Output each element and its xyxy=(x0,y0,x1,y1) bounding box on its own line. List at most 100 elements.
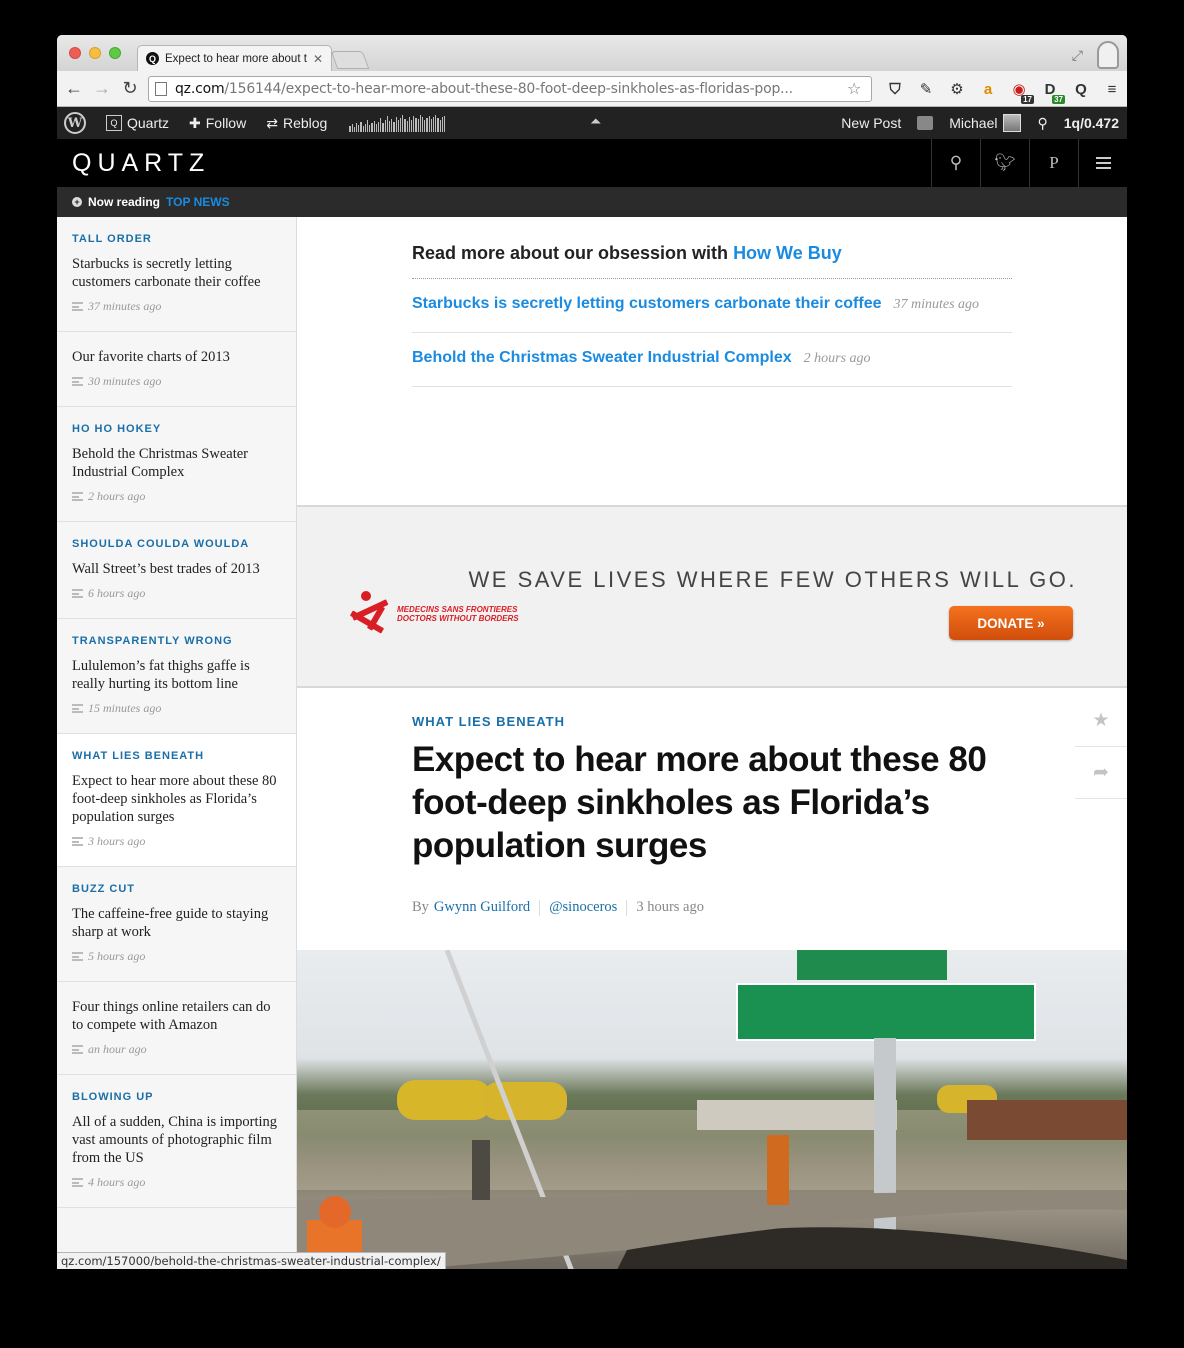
user-menu[interactable]: Michael xyxy=(949,114,1022,132)
close-window-button[interactable] xyxy=(69,47,81,59)
related-item[interactable]: Behold the Christmas Sweater Industrial … xyxy=(412,333,1012,387)
site-logo[interactable]: QUARTZ xyxy=(72,149,210,178)
extension-red-icon[interactable]: ◉ 17 xyxy=(1007,77,1034,104)
twitter-icon[interactable]: 🐦︎ xyxy=(980,139,1029,187)
related-stories: Read more about our obsession with How W… xyxy=(412,243,1012,387)
msf-name: MEDECINS SANS FRONTIERES xyxy=(397,605,518,614)
wp-quartz-label: Quartz xyxy=(127,115,170,131)
sidebar-story[interactable]: BUZZ CUT The caffeine-free guide to stayi… xyxy=(57,867,296,982)
plus-icon: ✚ xyxy=(189,114,201,131)
new-tab-button[interactable] xyxy=(330,51,370,69)
quartz-blavatar-icon: Q xyxy=(106,115,122,131)
collapse-up-icon[interactable]: ⏶ xyxy=(590,113,601,130)
donate-button[interactable]: DONATE » xyxy=(949,606,1073,640)
avatar xyxy=(1003,114,1022,132)
wp-quartz-link[interactable]: Q Quartz xyxy=(106,115,169,131)
search-icon[interactable]: ⚲ xyxy=(931,139,980,187)
sidebar-story-kicker: BUZZ CUT xyxy=(72,883,135,895)
now-reading-label: Now reading xyxy=(88,195,161,209)
forward-button[interactable]: → xyxy=(91,78,113,99)
pocket-icon[interactable]: ⛉ xyxy=(883,77,907,101)
sidebar-story-kicker: WHAT LIES BENEATH xyxy=(72,750,205,762)
sidebar-story[interactable]: Our favorite charts of 2013 30 minutes ag… xyxy=(57,332,296,407)
menu-icon[interactable]: ≡ xyxy=(1100,77,1124,101)
query-stat[interactable]: 1q/0.472 xyxy=(1064,115,1119,131)
profile-icon[interactable] xyxy=(1097,41,1119,69)
sidebar-story-title[interactable]: Starbucks is secretly letting customers … xyxy=(72,255,281,291)
sidebar-story-time: 37 minutes ago xyxy=(72,299,281,314)
quartz-extension-icon[interactable]: Q xyxy=(1069,77,1093,101)
text-lines-icon xyxy=(72,837,83,846)
text-lines-icon xyxy=(72,952,83,961)
star-icon[interactable]: ★ xyxy=(1075,695,1127,747)
sidebar-story[interactable]: SHOULDA COULDA WOULDA Wall Street’s best … xyxy=(57,522,296,619)
sidebar-story[interactable]: WHAT LIES BENEATH Expect to hear more abo… xyxy=(57,734,296,867)
sidebar-story-time: 30 minutes ago xyxy=(72,374,281,389)
sidebar-story-kicker: TALL ORDER xyxy=(72,233,152,245)
browser-tab[interactable]: Q Expect to hear more about these 80 foo… xyxy=(137,45,332,71)
article-tools: ★ ➦ xyxy=(1075,695,1127,799)
text-lines-icon xyxy=(72,1178,83,1187)
sidebar-story[interactable]: Four things online retailers can do to c… xyxy=(57,982,296,1075)
sidebar-story[interactable]: TALL ORDER Starbucks is secretly letting … xyxy=(57,217,296,332)
sidebar-story-title[interactable]: Wall Street’s best trades of 2013 xyxy=(72,560,281,578)
sidebar-story[interactable]: BLOWING UP All of a sudden, China is impo… xyxy=(57,1075,296,1208)
wordpress-logo-icon[interactable]: W xyxy=(64,112,86,134)
article-headline: Expect to hear more about these 80 foot-… xyxy=(412,740,987,865)
sidebar-story-title[interactable]: Four things online retailers can do to c… xyxy=(72,998,281,1034)
hamburger-menu-icon[interactable] xyxy=(1078,139,1127,187)
reload-button[interactable]: ↻ xyxy=(119,78,141,99)
text-lines-icon xyxy=(72,589,83,598)
url-path: /156144/expect-to-hear-more-about-these-… xyxy=(224,81,793,97)
share-icon[interactable]: ➦ xyxy=(1075,747,1127,799)
sidebar-story[interactable]: TRANSPARENTLY WRONG Lululemon’s fat thigh… xyxy=(57,619,296,734)
sidebar-story-time-text: an hour ago xyxy=(88,1042,147,1056)
follow-button[interactable]: ✚ Follow xyxy=(189,115,246,132)
sidebar-story-title[interactable]: Lululemon’s fat thighs gaffe is really h… xyxy=(72,657,281,693)
main-content: Read more about our obsession with How W… xyxy=(297,217,1127,1269)
sidebar-story-title[interactable]: All of a sudden, China is importing vast… xyxy=(72,1113,281,1167)
new-post-button[interactable]: New Post xyxy=(841,115,901,131)
obsession-link[interactable]: How We Buy xyxy=(733,243,842,263)
pin-icon[interactable]: ✎ xyxy=(914,77,938,101)
sidebar-story-title[interactable]: Expect to hear more about these 80 foot-… xyxy=(72,772,281,826)
related-item[interactable]: Starbucks is secretly letting customers … xyxy=(412,279,1012,333)
extension-badge: 37 xyxy=(1052,95,1065,104)
sidebar-story-kicker: HO HO HOKEY xyxy=(72,423,162,435)
author-twitter-link[interactable]: @sinoceros xyxy=(549,899,617,916)
sidebar-story-time-text: 4 hours ago xyxy=(88,1175,146,1189)
notifications-icon[interactable] xyxy=(917,116,934,130)
author-link[interactable]: Gwynn Guilford xyxy=(434,899,530,916)
close-tab-icon[interactable]: ✕ xyxy=(313,52,323,66)
tab-title: Expect to hear more about these 80 foot-… xyxy=(165,52,307,65)
stats-sparkline[interactable] xyxy=(349,114,446,132)
p-icon[interactable]: P xyxy=(1029,139,1078,187)
address-bar[interactable]: qz.com/156144/expect-to-hear-more-about-… xyxy=(148,76,872,102)
sidebar-story-time: 4 hours ago xyxy=(72,1175,281,1190)
sidebar-story-time-text: 2 hours ago xyxy=(88,489,146,503)
extension-d-icon[interactable]: D 37 xyxy=(1038,77,1065,104)
plus-circle-icon[interactable]: + xyxy=(72,197,82,207)
reblog-label: Reblog xyxy=(282,115,328,131)
section-link[interactable]: TOP NEWS xyxy=(166,195,230,209)
sidebar-story-kicker: TRANSPARENTLY WRONG xyxy=(72,635,233,647)
advertisement[interactable]: WE SAVE LIVES WHERE FEW OTHERS WILL GO. … xyxy=(297,505,1127,688)
sidebar-story[interactable]: HO HO HOKEY Behold the Christmas Sweater … xyxy=(57,407,296,522)
ad-tagline: WE SAVE LIVES WHERE FEW OTHERS WILL GO. xyxy=(468,567,1077,592)
back-button[interactable]: ← xyxy=(63,78,85,99)
sidebar-story-title[interactable]: Our favorite charts of 2013 xyxy=(72,348,281,366)
search-icon[interactable]: ⚲ xyxy=(1037,115,1047,132)
related-item-title[interactable]: Starbucks is secretly letting customers … xyxy=(412,295,882,313)
related-item-title[interactable]: Behold the Christmas Sweater Industrial … xyxy=(412,349,792,367)
fullscreen-icon[interactable]: ⤢ xyxy=(1072,47,1083,64)
bookmark-star-icon[interactable]: ☆ xyxy=(847,79,871,99)
sidebar-story-title[interactable]: Behold the Christmas Sweater Industrial … xyxy=(72,445,281,481)
text-lines-icon xyxy=(72,302,83,311)
reblog-button[interactable]: ⇄ Reblog xyxy=(266,115,327,132)
gear-icon[interactable]: ⚙ xyxy=(945,77,969,101)
sidebar-story-title[interactable]: The caffeine-free guide to staying sharp… xyxy=(72,905,281,941)
zoom-window-button[interactable] xyxy=(109,47,121,59)
amazon-icon[interactable]: a xyxy=(976,77,1000,101)
article: WHAT LIES BENEATH Expect to hear more ab… xyxy=(412,714,1032,916)
minimize-window-button[interactable] xyxy=(89,47,101,59)
